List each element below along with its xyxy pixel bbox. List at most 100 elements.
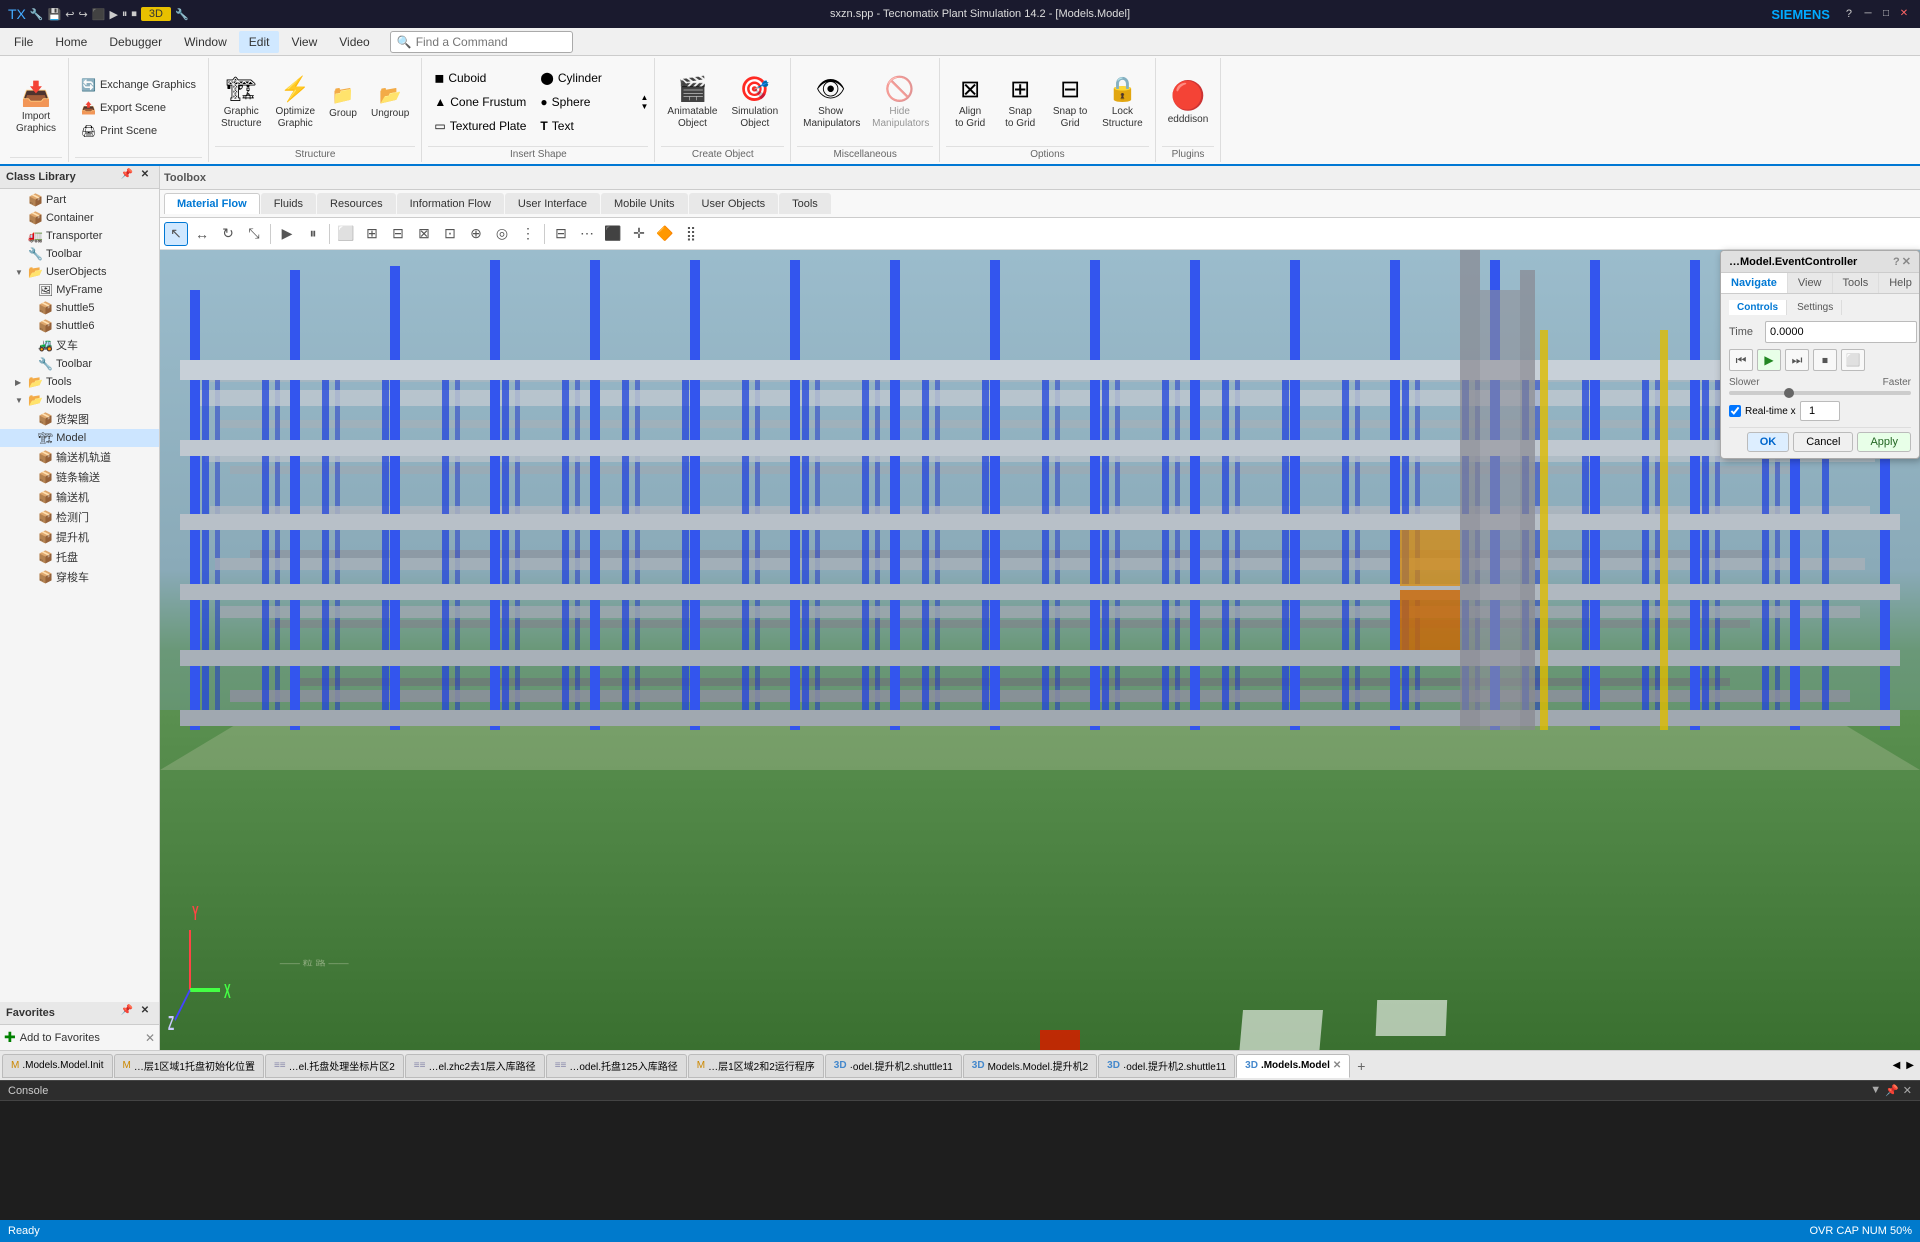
bottom-prev-button[interactable]: ◀	[1891, 1058, 1903, 1073]
tree-item-myframe[interactable]: 🖼 MyFrame	[0, 281, 159, 299]
hide-manipulators-button[interactable]: 🚫 HideManipulators	[866, 66, 933, 138]
bottom-tab-3d-models[interactable]: 3D .Models.Model ✕	[1236, 1054, 1350, 1078]
ec-apply-button[interactable]: Apply	[1857, 432, 1911, 452]
ec-realtime-input[interactable]	[1800, 401, 1840, 421]
add-to-favorites-label[interactable]: Add to Favorites	[20, 1032, 100, 1044]
close-panel-button[interactable]: ✕	[137, 169, 153, 185]
nav-tool[interactable]: ✛	[627, 222, 651, 246]
ec-tab-tools[interactable]: Tools	[1833, 273, 1880, 293]
tree-item-forklift[interactable]: 🚜 叉车	[0, 335, 159, 355]
pipe-tool[interactable]: ⋮	[516, 222, 540, 246]
cone-frustum-button[interactable]: ▲ Cone Frustum	[428, 91, 532, 113]
tab-fluids[interactable]: Fluids	[261, 193, 316, 214]
bottom-tab-close-icon[interactable]: ✕	[1333, 1060, 1341, 1071]
tab-resources[interactable]: Resources	[317, 193, 396, 214]
tree-item-tools[interactable]: ▶ 📂 Tools	[0, 373, 159, 391]
tab-information-flow[interactable]: Information Flow	[397, 193, 504, 214]
move-tool[interactable]: ↔	[190, 222, 214, 246]
circle-tool[interactable]: ◎	[490, 222, 514, 246]
group-button[interactable]: 📁 Group	[323, 66, 363, 138]
play-icon[interactable]: ▶	[275, 222, 299, 246]
shape-scroll-up[interactable]: ▲	[640, 93, 648, 102]
ec-play-button[interactable]: ▶	[1757, 349, 1781, 371]
menu-view[interactable]: View	[281, 31, 327, 53]
minimize-button[interactable]: ─	[1860, 6, 1876, 22]
tree-item-conveyor3[interactable]: 📦 输送机	[0, 487, 159, 507]
sphere-button[interactable]: ● Sphere	[534, 91, 638, 113]
connect-tool[interactable]: ⊕	[464, 222, 488, 246]
text-button[interactable]: T Text	[534, 115, 638, 137]
dist-tool[interactable]: ⊠	[412, 222, 436, 246]
tree-item-container[interactable]: 📦 Container	[0, 209, 159, 227]
bottom-tab-3d-model[interactable]: 3D Models.Model.提升机2	[963, 1054, 1097, 1078]
tree-item-shuttle-car[interactable]: 📦 穿梭车	[0, 567, 159, 587]
bottom-tab-zhc2[interactable]: ≡≡ …el.zhc2去1层入库路径	[405, 1054, 545, 1078]
pause-icon[interactable]: ⏸	[301, 222, 325, 246]
view-tool[interactable]: ⊟	[549, 222, 573, 246]
frame-tool[interactable]: ⬜	[334, 222, 358, 246]
lock-structure-button[interactable]: 🔒 LockStructure	[1096, 66, 1149, 138]
menu-home[interactable]: Home	[45, 31, 97, 53]
tab-tools[interactable]: Tools	[779, 193, 831, 214]
cylinder-button[interactable]: ⬤ Cylinder	[534, 67, 638, 89]
ec-fast-forward-button[interactable]: ⏭	[1785, 349, 1809, 371]
tree-item-transporter[interactable]: 🚛 Transporter	[0, 227, 159, 245]
ec-rewind-button[interactable]: ⏮	[1729, 349, 1753, 371]
ungroup-button[interactable]: 📂 Ungroup	[365, 66, 415, 138]
box-tool[interactable]: ⬛	[601, 222, 625, 246]
export-scene-button[interactable]: 📤 Export Scene	[75, 97, 202, 119]
ec-help-button[interactable]: ?	[1893, 256, 1900, 268]
tab-user-interface[interactable]: User Interface	[505, 193, 600, 214]
bottom-tab-add-button[interactable]: +	[1351, 1055, 1371, 1077]
arrange-tool[interactable]: ⣿	[679, 222, 703, 246]
menu-window[interactable]: Window	[174, 31, 237, 53]
fav-pin-icon[interactable]: 📌	[119, 1005, 135, 1021]
exchange-graphics-button[interactable]: 🔄 Exchange Graphics	[75, 74, 202, 96]
print-scene-button[interactable]: 🖨 Print Scene	[75, 120, 202, 142]
bottom-tab-3d-shuttle2[interactable]: 3D ·odel.提升机2.shuttle11	[1098, 1054, 1235, 1078]
snap-tool[interactable]: ⊡	[438, 222, 462, 246]
align-to-grid-button[interactable]: ⊠ Alignto Grid	[946, 66, 994, 138]
bottom-tab-tray-mgmt[interactable]: ≡≡ …el.托盘处理坐标片区2	[265, 1054, 404, 1078]
menu-debugger[interactable]: Debugger	[99, 31, 172, 53]
menu-video[interactable]: Video	[329, 31, 379, 53]
search-input[interactable]	[416, 35, 566, 49]
select-tool[interactable]: ↖	[164, 222, 188, 246]
simulation-object-button[interactable]: 🎯 SimulationObject	[725, 66, 784, 138]
ec-speed-slider[interactable]	[1729, 391, 1911, 395]
grid-tool[interactable]: ⊞	[360, 222, 384, 246]
tree-item-shuttle6[interactable]: 📦 shuttle6	[0, 317, 159, 335]
tree-item-userobjects[interactable]: ▼ 📂 UserObjects	[0, 263, 159, 281]
tab-user-objects[interactable]: User Objects	[689, 193, 779, 214]
close-button[interactable]: ✕	[1896, 6, 1912, 22]
remove-favorites-icon[interactable]: ✕	[145, 1031, 155, 1045]
ec-realtime-checkbox[interactable]	[1729, 405, 1741, 417]
show-manipulators-button[interactable]: 👁 ShowManipulators	[797, 66, 864, 138]
ec-time-input[interactable]	[1765, 321, 1917, 343]
ec-close-button[interactable]: ✕	[1902, 255, 1911, 268]
menu-edit[interactable]: Edit	[239, 31, 280, 53]
tree-item-toolbar[interactable]: 🔧 Toolbar	[0, 245, 159, 263]
tree-item-part[interactable]: 📦 Part	[0, 191, 159, 209]
ec-ok-button[interactable]: OK	[1747, 432, 1790, 452]
tree-item-conveyor1[interactable]: 📦 输送机轨道	[0, 447, 159, 467]
textured-plate-button[interactable]: ▭ Textured Plate	[428, 115, 532, 137]
menu-file[interactable]: File	[4, 31, 43, 53]
help-btn[interactable]: ?	[1846, 8, 1852, 20]
tree-item-toolbar2[interactable]: 🔧 Toolbar	[0, 355, 159, 373]
viewport-3d[interactable]: Y X Z —— 粒 路 ——	[160, 250, 1920, 1050]
ec-settings-tab[interactable]: Settings	[1789, 300, 1842, 315]
tab-mobile-units[interactable]: Mobile Units	[601, 193, 688, 214]
mesh-tool[interactable]: ⋯	[575, 222, 599, 246]
tree-item-conveyor2[interactable]: 📦 链条输送	[0, 467, 159, 487]
maximize-button[interactable]: □	[1878, 6, 1894, 22]
path-tool[interactable]: 🔶	[653, 222, 677, 246]
tab-material-flow[interactable]: Material Flow	[164, 193, 260, 214]
fav-close-button[interactable]: ✕	[137, 1005, 153, 1021]
console-pin-button[interactable]: 📌	[1885, 1084, 1899, 1097]
console-collapse-button[interactable]: ▼	[1870, 1084, 1881, 1097]
tree-item-models[interactable]: ▼ 📂 Models	[0, 391, 159, 409]
bottom-tab-3d-shuttle[interactable]: 3D ·odel.提升机2.shuttle11	[825, 1054, 962, 1078]
rotate-tool[interactable]: ↻	[216, 222, 240, 246]
animatable-object-button[interactable]: 🎬 AnimatableObject	[661, 66, 723, 138]
